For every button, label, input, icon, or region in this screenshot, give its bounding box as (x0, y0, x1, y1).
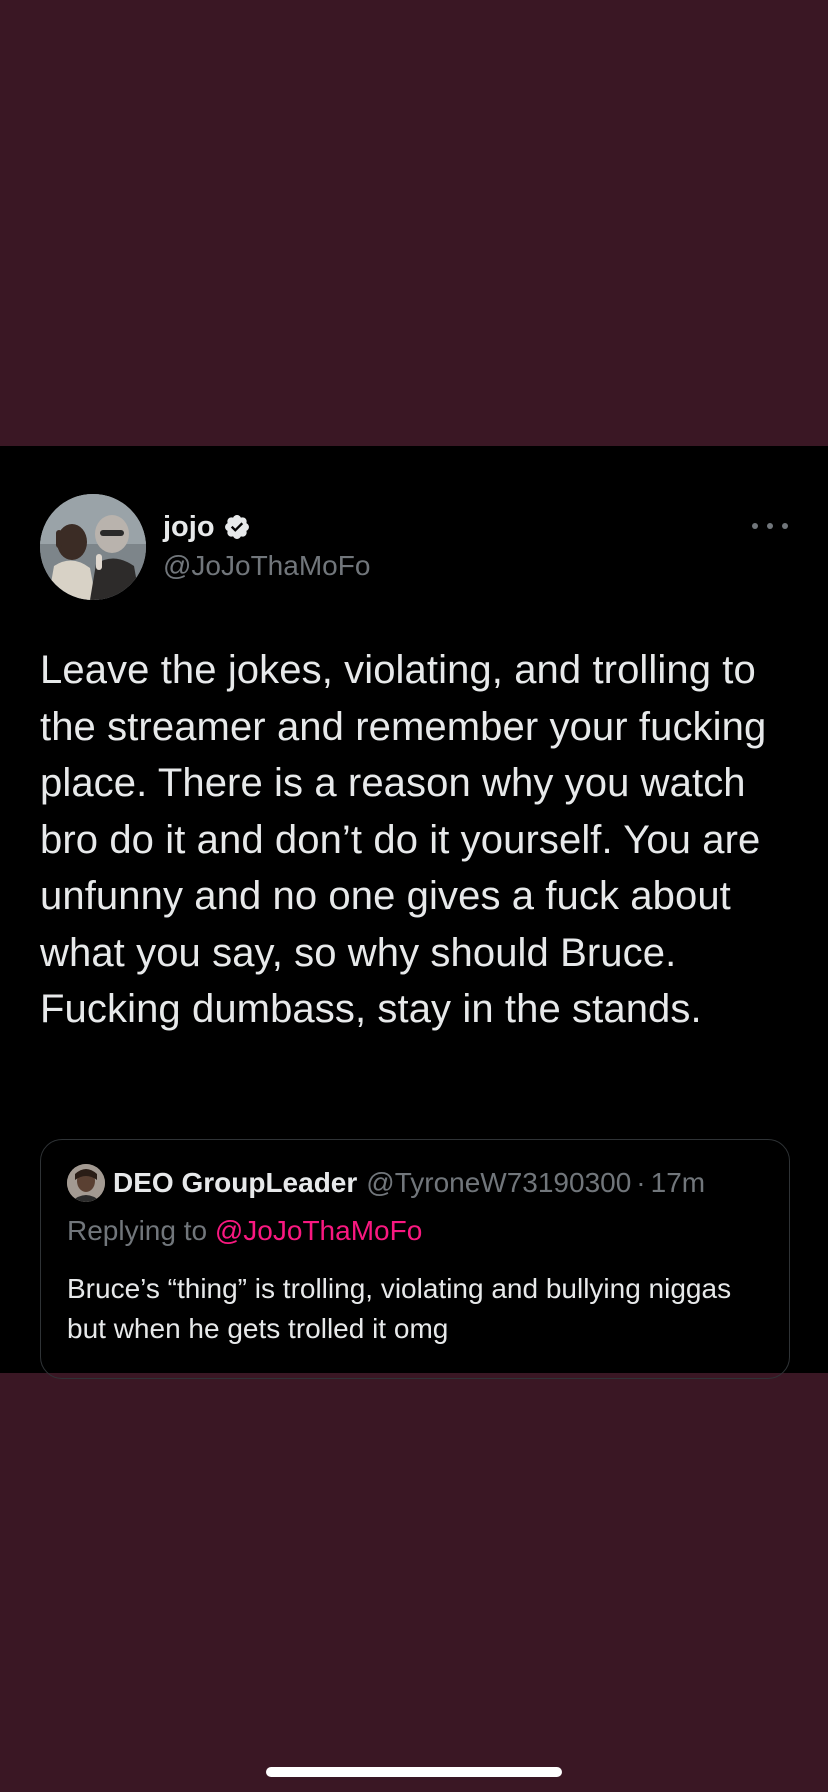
quoted-tweet[interactable]: DEO GroupLeader @TyroneW73190300 · 17m R… (40, 1139, 790, 1379)
display-name-row: jojo (163, 508, 370, 546)
home-indicator[interactable] (266, 1767, 562, 1777)
author-name-block: jojo @JoJoThaMoFo (163, 508, 370, 585)
verified-badge-icon (223, 513, 251, 541)
avatar-photo (40, 494, 146, 600)
author-avatar[interactable] (40, 494, 146, 600)
tweet-card[interactable]: jojo @JoJoThaMoFo Leave the jokes, viola… (0, 446, 828, 1379)
quoted-author-avatar (67, 1164, 105, 1202)
quoted-handle[interactable]: @TyroneW73190300 (366, 1167, 631, 1199)
ellipsis-dot (752, 523, 758, 529)
replying-to-mention[interactable]: @JoJoThaMoFo (215, 1215, 422, 1246)
quoted-tweet-text: Bruce’s “thing” is trolling, violating a… (67, 1273, 732, 1344)
tweet-text: Leave the jokes, violating, and trolling… (40, 648, 778, 1031)
quoted-display-name[interactable]: DEO GroupLeader (113, 1167, 357, 1199)
quoted-tweet-header: DEO GroupLeader @TyroneW73190300 · 17m (67, 1164, 705, 1202)
ellipsis-icon[interactable] (752, 514, 788, 538)
quoted-timestamp: 17m (650, 1167, 706, 1198)
author-display-name[interactable]: jojo (163, 508, 215, 546)
tweet-header: jojo @JoJoThaMoFo (40, 494, 788, 604)
replying-to-line: Replying to @JoJoThaMoFo (67, 1215, 422, 1247)
meta-separator: · (636, 1167, 646, 1198)
author-handle[interactable]: @JoJoThaMoFo (163, 547, 370, 585)
ellipsis-dot (767, 523, 773, 529)
screenshot-screen: jojo @JoJoThaMoFo Leave the jokes, viola… (0, 0, 828, 1792)
ellipsis-dot (782, 523, 788, 529)
replying-to-label: Replying to (67, 1215, 215, 1246)
